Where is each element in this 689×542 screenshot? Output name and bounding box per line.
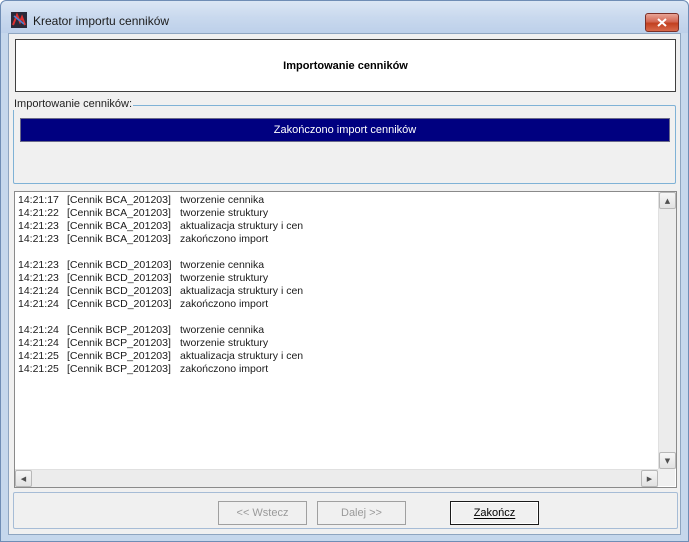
page-title: Importowanie cenników [283,60,408,72]
log-time: 14:21:17 [18,194,59,206]
wizard-body: Importowanie cenników Importowanie cenni… [8,33,681,535]
log-time: 14:21:23 [18,233,59,245]
finish-button-label: Zakończ [473,507,516,519]
arrow-left-icon: ◀ [20,474,27,483]
log-line: 14:21:23 [Cennik BCD_201203] tworzenie str… [18,272,655,285]
log-line: 14:21:24 [Cennik BCD_201203] zakończono im… [18,298,655,311]
close-button[interactable] [645,13,679,32]
button-bar: << Wstecz Dalej >> Zakończ [13,492,678,529]
log-message: tworzenie struktury [180,337,269,349]
log-time: 14:21:23 [18,272,59,284]
log-time: 14:21:24 [18,337,59,349]
log-source: [Cennik BCD_201203] [67,285,172,297]
log-time: 14:21:24 [18,298,59,310]
app-logo-icon [11,12,27,28]
log-time: 14:21:25 [18,363,59,375]
log-message: tworzenie struktury [180,207,269,219]
log-message: tworzenie cennika [180,194,265,206]
log-content: 14:21:17 [Cennik BCA_201203] tworzenie cen… [18,194,655,464]
scroll-up-button[interactable]: ▲ [659,192,676,209]
log-source: [Cennik BCP_201203] [67,363,171,375]
log-source: [Cennik BCA_201203] [67,220,171,232]
log-line: 14:21:23 [Cennik BCD_201203] tworzenie cen… [18,259,655,272]
log-time: 14:21:22 [18,207,59,219]
header-panel: Importowanie cenników [15,39,676,92]
log-time: 14:21:24 [18,324,59,336]
title-bar[interactable]: Kreator importu cenników [1,1,688,33]
log-source: [Cennik BCD_201203] [67,298,172,310]
vertical-scrollbar[interactable]: ▲ ▼ [658,192,676,469]
log-source: [Cennik BCP_201203] [67,350,171,362]
log-line: 14:21:25 [Cennik BCP_201203] aktualizacja … [18,350,655,363]
log-source: [Cennik BCD_201203] [67,259,172,271]
next-button[interactable]: Dalej >> [317,501,406,525]
log-message: aktualizacja struktury i cen [180,350,304,362]
horizontal-scrollbar[interactable]: ◀ ▶ [15,469,658,487]
import-wizard-window: Kreator importu cenników Importowanie ce… [0,0,689,542]
progress-bar: Zakończono import cenników [20,118,670,142]
log-time: 14:21:25 [18,350,59,362]
window-title: Kreator importu cenników [33,14,170,28]
log-source: [Cennik BCA_201203] [67,233,171,245]
log-message: tworzenie cennika [180,259,265,271]
scroll-down-button[interactable]: ▼ [659,452,676,469]
log-line: 14:21:25 [Cennik BCP_201203] zakończono im… [18,363,655,376]
log-line: 14:21:23 [Cennik BCA_201203] zakończono im… [18,233,655,246]
log-source: [Cennik BCP_201203] [67,324,171,336]
log-time: 14:21:24 [18,285,59,297]
arrow-right-icon: ▶ [646,474,653,483]
log-message: zakończono import [180,233,269,245]
log-line: 14:21:24 [Cennik BCD_201203] aktualizacja … [18,285,655,298]
log-message: tworzenie cennika [180,324,265,336]
log-line: 14:21:23 [Cennik BCA_201203] aktualizacja … [18,220,655,233]
log-list[interactable]: 14:21:17 [Cennik BCA_201203] tworzenie cen… [14,191,677,488]
scrollbar-corner [658,469,675,486]
log-message: aktualizacja struktury i cen [180,220,304,232]
log-source: [Cennik BCA_201203] [67,194,171,206]
log-time: 14:21:23 [18,259,59,271]
progress-text: Zakończono import cenników [273,124,417,136]
log-line: 14:21:24 [Cennik BCP_201203] tworzenie str… [18,337,655,350]
log-source: [Cennik BCA_201203] [67,207,171,219]
log-line: 14:21:17 [Cennik BCA_201203] tworzenie cen… [18,194,655,207]
back-button[interactable]: << Wstecz [218,501,307,525]
scroll-left-button[interactable]: ◀ [15,470,32,487]
log-message: aktualizacja struktury i cen [180,285,304,297]
log-message: zakończono import [180,298,269,310]
finish-button[interactable]: Zakończ [450,501,539,525]
groupbox-label: Importowanie cenników: [13,98,134,110]
log-message: zakończono import [180,363,269,375]
log-line: 14:21:22 [Cennik BCA_201203] tworzenie str… [18,207,655,220]
arrow-up-icon: ▲ [664,196,671,205]
log-line: 14:21:24 [Cennik BCP_201203] tworzenie cen… [18,324,655,337]
import-groupbox [13,105,676,184]
log-source: [Cennik BCD_201203] [67,272,172,284]
close-icon [657,18,667,27]
log-message: tworzenie struktury [180,272,269,284]
arrow-down-icon: ▼ [664,456,671,465]
scroll-right-button[interactable]: ▶ [641,470,658,487]
log-source: [Cennik BCP_201203] [67,337,171,349]
log-time: 14:21:23 [18,220,59,232]
